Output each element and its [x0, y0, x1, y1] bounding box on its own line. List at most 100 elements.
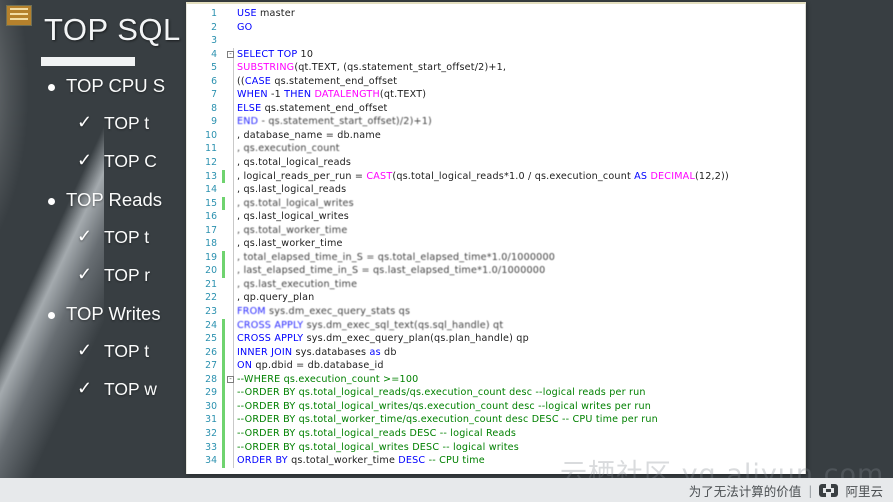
line-number: 11 [205, 143, 217, 155]
indent-guide [233, 345, 234, 360]
change-indicator [222, 183, 225, 197]
line-number: 33 [205, 441, 217, 453]
page-title: TOP SQL [44, 12, 181, 47]
code-line: 28 - --WHERE qs.execution_count >=100 [187, 372, 805, 387]
line-number: 31 [205, 414, 217, 426]
code-text: WHEN -1 THEN DATALENGTH(qt.TEXT) [237, 89, 427, 101]
line-number: 32 [205, 427, 217, 439]
line-number: 9 [211, 116, 217, 128]
code-line: 4 - SELECT TOP 10 [187, 47, 805, 62]
change-indicator [222, 142, 225, 156]
line-number: 3 [211, 35, 217, 47]
code-line: 21 , qs.last_execution_time [187, 277, 805, 292]
change-indicator [222, 386, 225, 400]
change-indicator [222, 129, 225, 143]
footer-tagline: 为了无法计算的价值 [688, 484, 802, 499]
indent-guide [233, 250, 234, 265]
code-line: 2 GO [187, 21, 805, 35]
code-text: CROSS APPLY sys.dm_exec_query_plan(qs.pl… [237, 333, 529, 345]
bullet-label: TOP w [104, 379, 157, 399]
code-line: 5 SUBSTRING(qt.TEXT, (qs.statement_start… [187, 61, 805, 75]
change-indicator [222, 345, 225, 360]
bullet-dot-icon [48, 312, 55, 319]
code-text: CROSS APPLY sys.dm_exec_sql_text(qs.sql_… [237, 319, 504, 331]
fold-toggle-icon[interactable]: - [227, 375, 234, 383]
indent-guide [233, 332, 234, 346]
indent-guide [233, 291, 234, 306]
code-text: --WHERE qs.execution_count >=100 [237, 373, 419, 385]
code-line: 6 ((CASE qs.statement_end_offset [187, 74, 805, 89]
indent-guide [233, 399, 234, 414]
menu-icon[interactable] [6, 5, 32, 26]
code-text: , qs.last_execution_time [237, 278, 358, 290]
code-line: 11 , qs.execution_count [187, 142, 805, 157]
change-indicator [222, 359, 225, 373]
line-number: 14 [205, 184, 217, 196]
code-line: 15 , qs.total_logical_writes [187, 196, 805, 211]
code-line: 26 INNER JOIN sys.databases as db [187, 345, 805, 360]
aliyun-logo [819, 484, 839, 497]
code-text: ELSE qs.statement_end_offset [237, 102, 388, 114]
line-number: 6 [211, 75, 217, 87]
indent-guide [233, 277, 234, 292]
change-indicator [222, 224, 225, 238]
line-number: 34 [205, 455, 217, 467]
checkmark-icon: ✓ [77, 341, 93, 360]
line-number: 23 [205, 306, 217, 318]
code-line: 17 , qs.total_worker_time [187, 223, 805, 238]
code-text: --ORDER BY qs.total_worker_time/qs.execu… [237, 414, 658, 426]
checkmark-icon: ✓ [77, 265, 93, 284]
code-line: 13 , logical_reads_per_run = CAST(qs.tot… [187, 169, 805, 184]
line-number: 16 [205, 211, 217, 223]
bullet-label: TOP t [104, 341, 150, 361]
line-number: 17 [205, 224, 217, 236]
indent-guide [233, 264, 234, 278]
bullet-label: TOP C [104, 151, 157, 171]
bullet-dot-icon [48, 198, 55, 205]
line-number: 30 [205, 400, 217, 412]
code-text: , total_elapsed_time_in_S = qs.total_ela… [237, 251, 556, 263]
fold-toggle-icon[interactable]: - [227, 50, 234, 58]
code-text: ORDER BY qs.total_worker_time DESC -- CP… [237, 455, 485, 467]
indent-guide [233, 101, 234, 116]
indent-guide [233, 142, 234, 157]
indent-guide [233, 359, 234, 373]
change-indicator [222, 264, 225, 278]
checkmark-icon: ✓ [77, 113, 93, 132]
change-indicator [222, 332, 225, 346]
line-number: 20 [205, 265, 217, 277]
change-indicator [222, 115, 225, 129]
sql-code-panel[interactable]: 1 USE master 2 GO 3 4- SELECT TOP 10 5 SUBSTRIN… [186, 2, 806, 474]
code-line: 3 [187, 34, 805, 48]
line-number: 1 [211, 8, 217, 19]
bullet-label: TOP Writes [66, 303, 161, 324]
line-number: 10 [205, 129, 217, 141]
checkmark-icon: ✓ [77, 151, 93, 170]
code-text: ON qp.dbid = db.database_id [237, 360, 384, 372]
change-indicator [222, 48, 225, 62]
indent-guide [233, 210, 234, 224]
change-indicator [222, 196, 225, 211]
slide-screenshot: TOP SQL TOP CPU S ✓ TOP t ✓ TOP C TOP Reads ✓ T… [0, 0, 893, 502]
indent-guide [233, 61, 234, 75]
code-text: , last_elapsed_time_in_S = qs.last_elaps… [237, 265, 546, 277]
line-number: 12 [205, 157, 217, 169]
code-text: , qs.total_worker_time [237, 224, 348, 236]
indent-guide [233, 169, 234, 184]
footer-separator: | [808, 483, 813, 498]
indent-guide [233, 128, 234, 143]
indent-guide [233, 386, 234, 400]
change-indicator [222, 75, 225, 89]
code-text: , logical_reads_per_run = CAST(qs.total_… [237, 170, 729, 182]
code-text: , qs.last_logical_reads [237, 184, 347, 196]
indent-guide [233, 413, 234, 427]
indent-guide [233, 223, 234, 238]
code-text: --ORDER BY qs.total_logical_writes/qs.ex… [237, 400, 652, 412]
change-indicator [222, 440, 225, 455]
code-line: 20 , last_elapsed_time_in_S = qs.last_el… [187, 264, 805, 278]
code-text: GO [237, 21, 253, 33]
line-number: 29 [205, 387, 217, 399]
bullet-label: TOP r [104, 265, 151, 285]
change-indicator [222, 21, 225, 35]
code-text: , qs.total_logical_writes [237, 197, 354, 209]
